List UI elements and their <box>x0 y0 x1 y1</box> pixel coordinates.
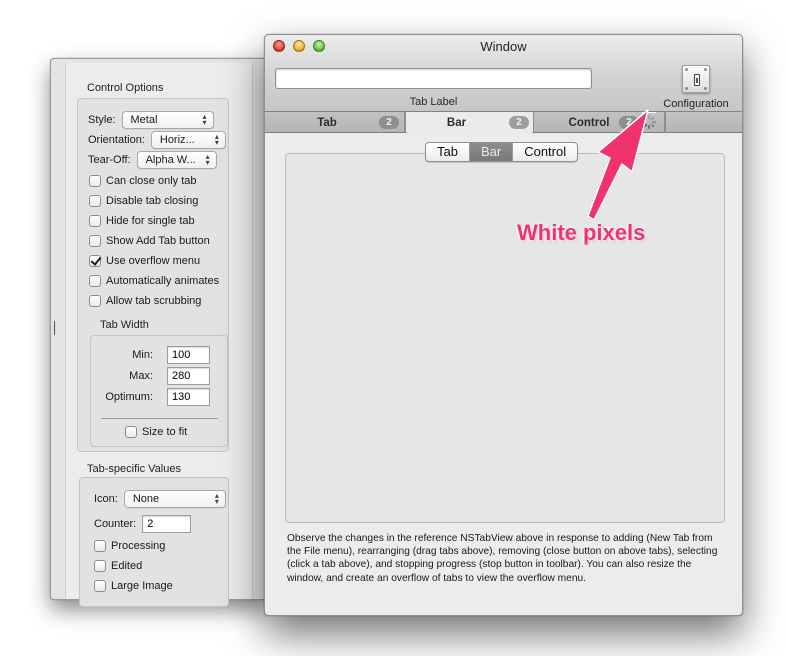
min-label: Min: <box>132 349 153 361</box>
checkbox-label: Automatically animates <box>106 275 220 287</box>
checkmark-icon[interactable] <box>89 255 101 267</box>
checkbox-large-image[interactable]: Large Image <box>94 580 173 592</box>
inspector-content: Control Options Style: Metal ▴ ▾ Orientat… <box>65 63 253 607</box>
checkbox-box[interactable] <box>125 426 137 438</box>
icon-popup[interactable]: None ▴ ▾ <box>123 490 226 508</box>
tab-width-box: Min: Max: Optimum: Size to fit <box>90 335 228 447</box>
style-value: Metal <box>130 114 158 126</box>
orientation-popup[interactable]: Horiz... ▴ ▾ <box>150 131 226 149</box>
tab-label-caption: Tab Label <box>409 96 458 108</box>
orientation-label: Orientation: <box>88 134 145 146</box>
checkbox-label: Large Image <box>111 580 173 592</box>
checkbox-box[interactable] <box>89 235 101 247</box>
counter-label: Counter: <box>94 518 137 530</box>
divider <box>101 418 218 419</box>
main-window: Window Tab Label Configuration Tab 2 Bar… <box>264 34 743 616</box>
control-options-box: Style: Metal ▴ ▾ Orientation: Horiz... ▴ ▾… <box>77 98 229 452</box>
checkbox-label: Use overflow menu <box>106 255 201 267</box>
checkbox-can-close-only-tab[interactable]: Can close only tab <box>89 175 197 187</box>
annotation-arrow-icon <box>587 109 649 221</box>
checkbox-box[interactable] <box>94 540 106 552</box>
segment-tab[interactable]: Tab <box>426 143 470 161</box>
checkbox-box[interactable] <box>94 560 106 572</box>
icon-label: Icon: <box>94 493 118 505</box>
configuration-button[interactable]: Configuration <box>657 65 735 110</box>
segment-control[interactable]: Control <box>513 143 577 161</box>
style-row: Style: Metal ▴ ▾ <box>88 111 214 129</box>
checkbox-hide-for-single-tab[interactable]: Hide for single tab <box>89 215 195 227</box>
checkbox-box[interactable] <box>89 275 101 287</box>
checkbox-label: Processing <box>111 540 166 552</box>
icon-row: Icon: None ▴ ▾ <box>94 490 226 508</box>
tab-specific-box: Icon: None ▴▾ Counter: Processing Edited <box>79 477 229 607</box>
tab-counter-badge: 2 <box>509 116 529 129</box>
checkbox-box[interactable] <box>89 195 101 207</box>
toolbar: Window Tab Label Configuration <box>265 35 742 112</box>
min-width-field[interactable] <box>167 346 210 364</box>
style-popup[interactable]: Metal ▴ ▾ <box>121 111 214 129</box>
description-text: Observe the changes in the reference NST… <box>287 533 718 584</box>
tear-off-popup[interactable]: Alpha W... ▴ ▾ <box>136 151 217 169</box>
tab-specific-title: Tab-specific Values <box>87 463 181 475</box>
orientation-row: Orientation: Horiz... ▴ ▾ <box>88 131 226 149</box>
checkbox-disable-tab-closing[interactable]: Disable tab closing <box>89 195 198 207</box>
checkbox-label: Disable tab closing <box>106 195 199 207</box>
control-options-title: Control Options <box>87 82 164 94</box>
orientation-value: Horiz... <box>159 134 195 146</box>
segmented-tab-control: Tab Bar Control <box>425 142 579 162</box>
checkbox-label: Hide for single tab <box>106 215 195 227</box>
counter-row: Counter: <box>94 515 192 533</box>
checkbox-edited[interactable]: Edited <box>94 560 142 572</box>
tab-item-bar[interactable]: Bar 2 <box>405 112 534 134</box>
checkbox-label: Size to fit <box>142 426 188 438</box>
max-width-field[interactable] <box>167 367 210 385</box>
resize-grip[interactable] <box>54 321 55 335</box>
checkbox-label: Show Add Tab button <box>106 235 210 247</box>
optimum-width-field[interactable] <box>167 388 210 406</box>
checkbox-show-add-tab-button[interactable]: Show Add Tab button <box>89 235 210 247</box>
optimum-label: Optimum: <box>105 391 153 403</box>
icon-value: None <box>132 493 160 505</box>
tab-label-field[interactable] <box>275 68 592 89</box>
toggle-switch-icon <box>682 65 710 93</box>
tear-off-row: Tear-Off: Alpha W... ▴ ▾ <box>88 151 217 169</box>
tab-bar: Tab 2 Bar 2 Control 2 <box>265 112 742 134</box>
checkbox-allow-tab-scrubbing[interactable]: Allow tab scrubbing <box>89 295 201 307</box>
checkbox-box[interactable] <box>94 580 106 592</box>
tear-off-value: Alpha W... <box>145 154 196 166</box>
checkbox-processing[interactable]: Processing <box>94 540 165 552</box>
tab-width-title: Tab Width <box>100 319 149 331</box>
checkbox-label: Edited <box>111 560 143 572</box>
max-label: Max: <box>129 370 153 382</box>
annotation-label: White pixels <box>517 220 646 245</box>
checkbox-box[interactable] <box>89 175 101 187</box>
checkbox-label: Can close only tab <box>106 175 197 187</box>
window-title: Window <box>480 39 527 54</box>
checkbox-box[interactable] <box>89 215 101 227</box>
popup-arrows-icon: ▴ ▾ <box>202 112 207 127</box>
counter-field[interactable] <box>142 515 192 533</box>
style-label: Style: <box>88 114 116 126</box>
popup-arrows-icon: ▴ ▾ <box>205 152 210 167</box>
checkbox-label: Allow tab scrubbing <box>106 295 202 307</box>
popup-arrows-icon: ▴ ▾ <box>214 132 219 147</box>
checkbox-box[interactable] <box>89 295 101 307</box>
checkbox-automatically-animates[interactable]: Automatically animates <box>89 275 219 287</box>
tear-off-label: Tear-Off: <box>88 154 131 166</box>
inspector-panel: Control Options Style: Metal ▴ ▾ Orientat… <box>50 58 268 607</box>
checkbox-use-overflow-menu[interactable]: Use overflow menu <box>89 255 200 267</box>
checkbox-size-to-fit[interactable]: Size to fit <box>125 426 187 438</box>
segment-bar[interactable]: Bar <box>469 143 514 161</box>
popup-arrows-icon: ▴ ▾ <box>214 491 219 506</box>
